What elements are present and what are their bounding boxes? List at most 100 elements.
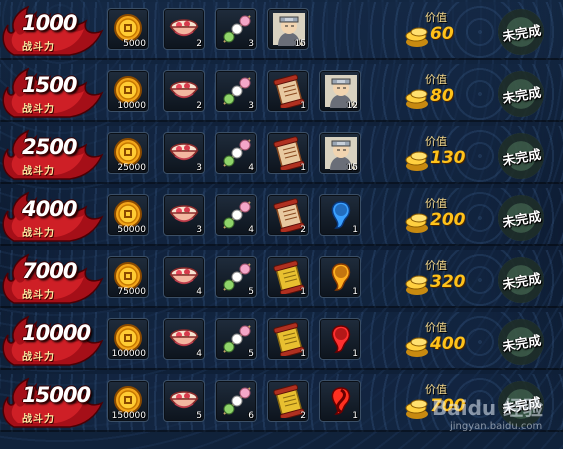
reward-count: 25000: [117, 163, 146, 173]
coin-reward[interactable]: 100000: [107, 318, 149, 360]
coin-reward[interactable]: 25000: [107, 132, 149, 174]
power-badge: 10000 战斗力: [0, 315, 104, 367]
item-reward-4[interactable]: 2: [267, 194, 309, 236]
dango-reward[interactable]: 4: [215, 132, 257, 174]
reward-count: 4: [196, 349, 202, 359]
item-reward-4[interactable]: 1: [267, 256, 309, 298]
item-reward-4[interactable]: 1: [267, 318, 309, 360]
reward-count: 2: [300, 411, 306, 421]
ramen-reward[interactable]: 2: [163, 8, 205, 50]
item-reward-5[interactable]: 1: [319, 318, 361, 360]
value-label: 价值: [425, 135, 447, 148]
reward-count: 100000: [111, 349, 146, 359]
dango-reward[interactable]: 4: [215, 194, 257, 236]
gold-ingot-icon: [404, 150, 430, 176]
power-value: 2500: [22, 135, 77, 159]
power-label: 战斗力: [22, 228, 55, 239]
dango-reward[interactable]: 6: [215, 380, 257, 422]
power-value: 4000: [22, 197, 77, 221]
reward-count: 4: [196, 287, 202, 297]
coin-reward[interactable]: 75000: [107, 256, 149, 298]
item-reward-5[interactable]: 1: [319, 380, 361, 422]
claim-status-button[interactable]: 未完成: [498, 133, 544, 179]
power-value: 15000: [22, 383, 91, 407]
reward-count: 1: [300, 349, 306, 359]
reward-count: 1: [300, 163, 306, 173]
value-amount: 200: [430, 210, 466, 230]
claim-status-button[interactable]: 未完成: [498, 9, 544, 55]
power-label: 战斗力: [22, 352, 55, 363]
claim-status-button[interactable]: 未完成: [498, 71, 544, 117]
reward-count: 2: [300, 225, 306, 235]
ramen-reward[interactable]: 3: [163, 194, 205, 236]
coin-reward[interactable]: 10000: [107, 70, 149, 112]
reward-tier-row: 1000 战斗力 5000 2 3 15 价值 60 未完成: [0, 2, 563, 60]
reward-count: 6: [248, 411, 254, 421]
ramen-reward[interactable]: 5: [163, 380, 205, 422]
item-reward-5[interactable]: 1: [319, 194, 361, 236]
power-label: 战斗力: [22, 290, 55, 301]
reward-count: 5: [248, 349, 254, 359]
dango-reward[interactable]: 3: [215, 8, 257, 50]
reward-count: 3: [248, 39, 254, 49]
reward-tier-row: 4000 战斗力 50000 3 4 2 1 价值 200 未完成: [0, 188, 563, 246]
watermark-title: Baidu 经验: [432, 396, 544, 420]
ramen-reward[interactable]: 4: [163, 318, 205, 360]
reward-count: 4: [248, 163, 254, 173]
watermark-url: jingyan.baidu.com: [450, 421, 543, 432]
power-badge: 2500 战斗力: [0, 129, 104, 181]
dango-reward[interactable]: 5: [215, 256, 257, 298]
power-badge: 15000 战斗力: [0, 377, 104, 429]
item-reward-4[interactable]: 1: [267, 132, 309, 174]
reward-count: 5000: [123, 39, 146, 49]
power-value: 10000: [22, 321, 91, 345]
reward-count: 1: [352, 225, 358, 235]
gold-ingot-icon: [404, 274, 430, 300]
claim-status-button[interactable]: 未完成: [498, 319, 544, 365]
power-badge: 1500 战斗力: [0, 67, 104, 119]
reward-count: 15: [346, 163, 358, 173]
ramen-reward[interactable]: 4: [163, 256, 205, 298]
dango-reward[interactable]: 3: [215, 70, 257, 112]
reward-count: 3: [196, 225, 202, 235]
value-label: 价值: [425, 321, 447, 334]
reward-count: 5: [196, 411, 202, 421]
item-reward-5[interactable]: 12: [319, 70, 361, 112]
reward-count: 5: [248, 287, 254, 297]
dango-reward[interactable]: 5: [215, 318, 257, 360]
reward-count: 1: [300, 287, 306, 297]
ramen-reward[interactable]: 2: [163, 70, 205, 112]
coin-reward[interactable]: 150000: [107, 380, 149, 422]
coin-reward[interactable]: 50000: [107, 194, 149, 236]
value-label: 价值: [425, 259, 447, 272]
item-reward-4[interactable]: 1: [267, 70, 309, 112]
reward-count: 50000: [117, 225, 146, 235]
value-amount: 130: [430, 148, 466, 168]
claim-status-button[interactable]: 未完成: [498, 257, 544, 303]
power-badge: 4000 战斗力: [0, 191, 104, 243]
reward-tier-row: 1500 战斗力 10000 2 3 1 12 价值 80 未完成: [0, 64, 563, 122]
reward-count: 12: [346, 101, 358, 111]
coin-reward[interactable]: 5000: [107, 8, 149, 50]
power-label: 战斗力: [22, 42, 55, 53]
ramen-reward[interactable]: 3: [163, 132, 205, 174]
reward-count: 1: [352, 287, 358, 297]
reward-count: 15: [294, 39, 306, 49]
reward-count: 2: [196, 39, 202, 49]
item-reward-5[interactable]: 15: [319, 132, 361, 174]
power-badge: 1000 战斗力: [0, 5, 104, 57]
claim-status-button[interactable]: 未完成: [498, 195, 544, 241]
value-amount: 80: [430, 86, 454, 106]
reward-count: 2: [196, 101, 202, 111]
item-reward-4[interactable]: 2: [267, 380, 309, 422]
item-reward-5[interactable]: 1: [319, 256, 361, 298]
reward-tier-row: 7000 战斗力 75000 4 5 1 1 价值 320 未完成: [0, 250, 563, 308]
power-label: 战斗力: [22, 414, 55, 425]
value-label: 价值: [425, 11, 447, 24]
power-value: 1500: [22, 73, 77, 97]
value-amount: 320: [430, 272, 466, 292]
reward-count: 1: [352, 349, 358, 359]
power-badge: 7000 战斗力: [0, 253, 104, 305]
power-value: 7000: [22, 259, 77, 283]
item-reward-4[interactable]: 15: [267, 8, 309, 50]
